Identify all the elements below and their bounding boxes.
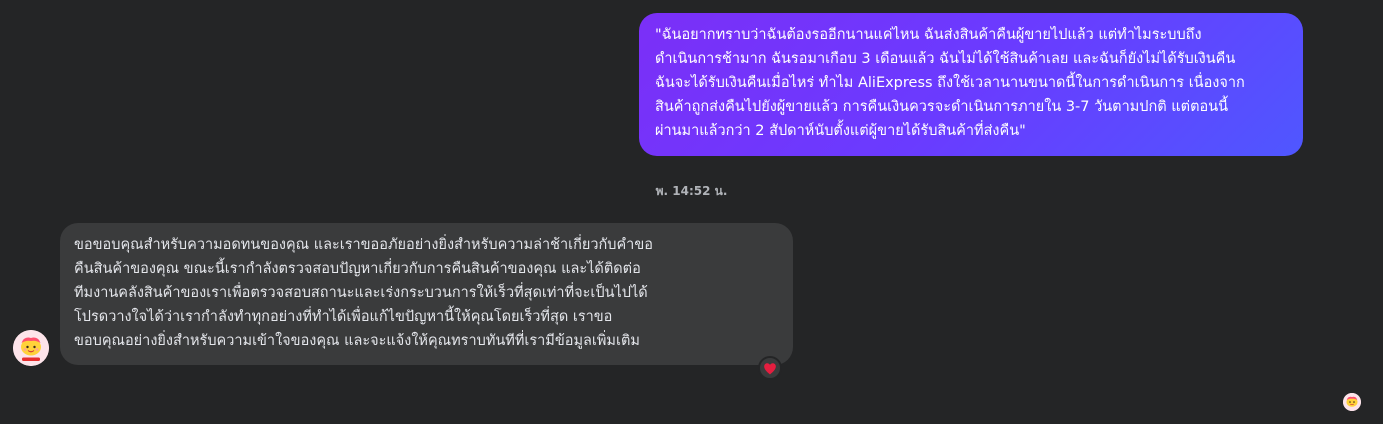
seen-receipt-avatar [1343, 393, 1361, 411]
heart-icon [764, 362, 776, 374]
message-timestamp: พ. 14:52 น. [655, 184, 728, 198]
aliexpress-mascot-icon [13, 330, 49, 366]
outgoing-message-bubble[interactable]: "ฉันอยากทราบว่าฉันต้องรออีกนานแค่ไหน ฉัน… [639, 13, 1303, 156]
message-reaction[interactable] [758, 356, 782, 380]
sender-avatar[interactable] [13, 330, 49, 366]
incoming-message-bubble[interactable]: ขอขอบคุณสำหรับความอดทนของคุณ และเราขออภั… [60, 223, 793, 365]
aliexpress-mascot-small-icon [1343, 393, 1361, 411]
